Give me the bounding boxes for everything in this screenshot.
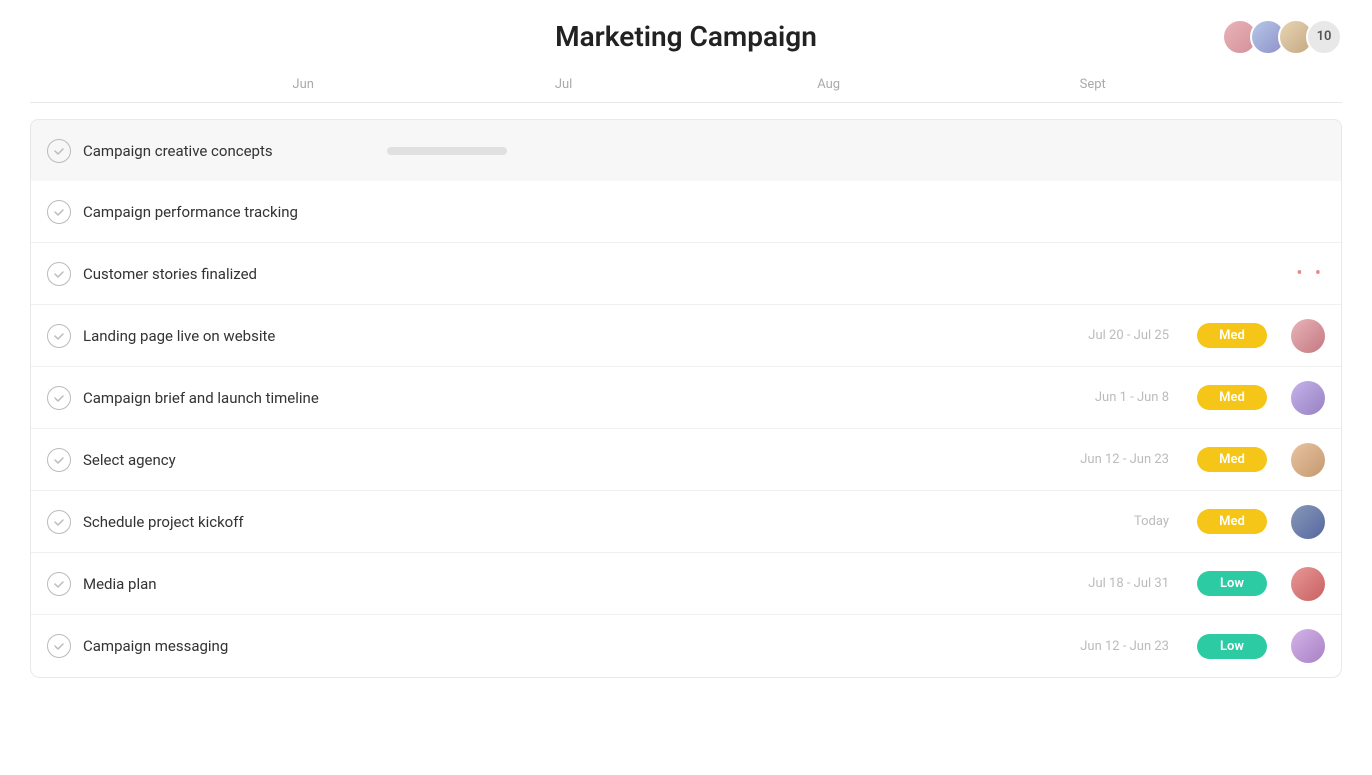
row-left-7: Schedule project kickoff bbox=[47, 510, 387, 534]
task-name-1: Campaign creative concepts bbox=[83, 142, 387, 160]
row-right-8: Jul 18 - Jul 31 Low bbox=[387, 567, 1325, 601]
page-title: Marketing Campaign bbox=[555, 20, 817, 53]
check-icon-6[interactable] bbox=[47, 448, 71, 472]
task-date-5: Jun 1 - Jun 8 bbox=[1039, 390, 1169, 405]
row-left-1: Campaign creative concepts bbox=[47, 139, 387, 163]
task-date-6: Jun 12 - Jun 23 bbox=[1039, 452, 1169, 467]
row-left-3: Customer stories finalized bbox=[47, 262, 387, 286]
month-jun: Jun bbox=[292, 77, 554, 92]
priority-badge-4: Med bbox=[1197, 323, 1267, 348]
priority-badge-6: Med bbox=[1197, 447, 1267, 472]
task-date-4: Jul 20 - Jul 25 bbox=[1039, 328, 1169, 343]
priority-badge-5: Med bbox=[1197, 385, 1267, 410]
row-right-6: Jun 12 - Jun 23 Med bbox=[387, 443, 1325, 477]
assignee-avatar-7 bbox=[1291, 505, 1325, 539]
avatar-group: 10 bbox=[1222, 19, 1342, 55]
check-icon-1[interactable] bbox=[47, 139, 71, 163]
table-row: Campaign messaging Jun 12 - Jun 23 Low bbox=[31, 615, 1341, 677]
table-row: Campaign performance tracking bbox=[31, 181, 1341, 243]
priority-badge-8: Low bbox=[1197, 571, 1267, 596]
task-list: Campaign creative concepts Campaign perf… bbox=[0, 119, 1372, 678]
table-row: Customer stories finalized • • bbox=[31, 243, 1341, 305]
table-row: Schedule project kickoff Today Med bbox=[31, 491, 1341, 553]
check-icon-8[interactable] bbox=[47, 572, 71, 596]
assignee-avatar-9 bbox=[1291, 629, 1325, 663]
table-row: Campaign brief and launch timeline Jun 1… bbox=[31, 367, 1341, 429]
month-aug: Aug bbox=[817, 77, 1079, 92]
task-name-2: Campaign performance tracking bbox=[83, 203, 387, 221]
row-left-6: Select agency bbox=[47, 448, 387, 472]
task-date-8: Jul 18 - Jul 31 bbox=[1039, 576, 1169, 591]
table-row: Media plan Jul 18 - Jul 31 Low bbox=[31, 553, 1341, 615]
priority-badge-9: Low bbox=[1197, 634, 1267, 659]
row-left-5: Campaign brief and launch timeline bbox=[47, 386, 387, 410]
task-name-8: Media plan bbox=[83, 575, 387, 593]
task-date-9: Jun 12 - Jun 23 bbox=[1039, 639, 1169, 654]
row-right-7: Today Med bbox=[387, 505, 1325, 539]
page-header: Marketing Campaign 10 bbox=[0, 0, 1372, 73]
timeline-header: Jun Jul Aug Sept bbox=[0, 77, 1372, 103]
assignee-avatar-6 bbox=[1291, 443, 1325, 477]
row-left-4: Landing page live on website bbox=[47, 324, 387, 348]
dot-indicator-3: • • bbox=[1296, 263, 1325, 284]
check-icon-9[interactable] bbox=[47, 634, 71, 658]
row-left-2: Campaign performance tracking bbox=[47, 200, 387, 224]
task-name-9: Campaign messaging bbox=[83, 637, 387, 655]
check-icon-7[interactable] bbox=[47, 510, 71, 534]
assignee-avatar-5 bbox=[1291, 381, 1325, 415]
row-right-9: Jun 12 - Jun 23 Low bbox=[387, 629, 1325, 663]
row-right-5: Jun 1 - Jun 8 Med bbox=[387, 381, 1325, 415]
row-left-9: Campaign messaging bbox=[47, 634, 387, 658]
check-icon-5[interactable] bbox=[47, 386, 71, 410]
row-left-8: Media plan bbox=[47, 572, 387, 596]
month-labels-row: Jun Jul Aug Sept bbox=[30, 77, 1342, 103]
row-right-1 bbox=[387, 147, 1325, 155]
rows-container: Campaign performance tracking Customer s… bbox=[30, 181, 1342, 678]
assignee-avatar-4 bbox=[1291, 319, 1325, 353]
gantt-bar-1 bbox=[387, 147, 507, 155]
row-right-3: • • bbox=[387, 263, 1325, 284]
table-row: Campaign creative concepts bbox=[30, 119, 1342, 181]
task-name-7: Schedule project kickoff bbox=[83, 513, 387, 531]
month-spacer bbox=[30, 77, 292, 92]
table-row: Select agency Jun 12 - Jun 23 Med bbox=[31, 429, 1341, 491]
avatar-count: 10 bbox=[1306, 19, 1342, 55]
task-name-4: Landing page live on website bbox=[83, 327, 387, 345]
month-sept: Sept bbox=[1080, 77, 1342, 92]
task-date-7: Today bbox=[1039, 514, 1169, 529]
check-icon-4[interactable] bbox=[47, 324, 71, 348]
row-right-4: Jul 20 - Jul 25 Med bbox=[387, 319, 1325, 353]
table-row: Landing page live on website Jul 20 - Ju… bbox=[31, 305, 1341, 367]
assignee-avatar-8 bbox=[1291, 567, 1325, 601]
month-jul: Jul bbox=[555, 77, 817, 92]
check-icon-2[interactable] bbox=[47, 200, 71, 224]
priority-badge-7: Med bbox=[1197, 509, 1267, 534]
check-icon-3[interactable] bbox=[47, 262, 71, 286]
task-name-6: Select agency bbox=[83, 451, 387, 469]
task-name-3: Customer stories finalized bbox=[83, 265, 387, 283]
task-name-5: Campaign brief and launch timeline bbox=[83, 389, 387, 407]
